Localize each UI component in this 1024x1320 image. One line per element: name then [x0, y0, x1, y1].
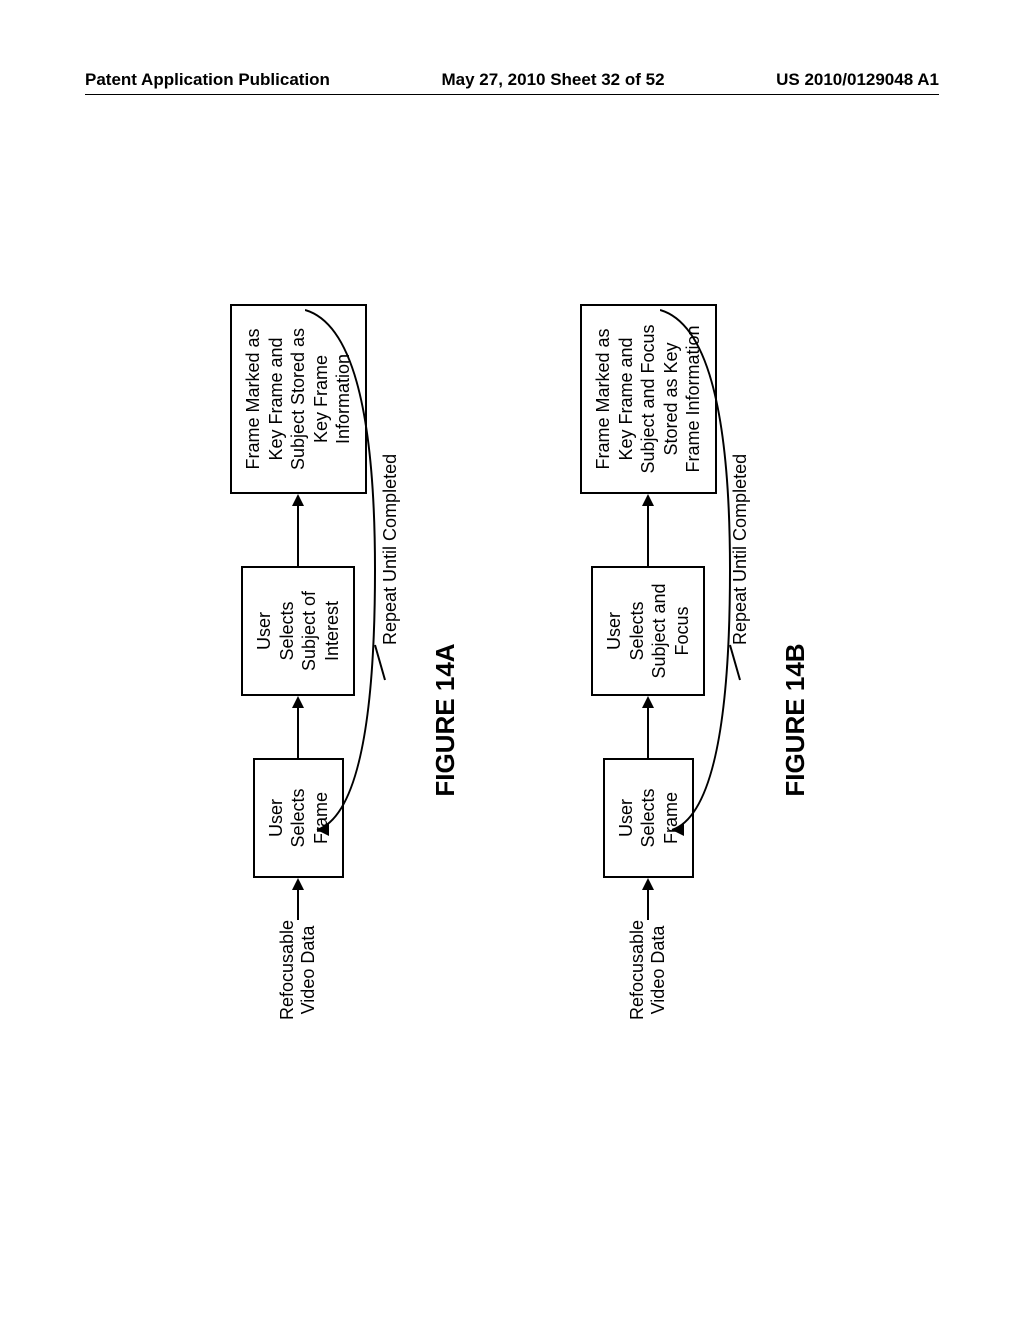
figure-label-b: FIGURE 14B	[780, 620, 811, 820]
repeat-label-a: Repeat Until Completed	[380, 454, 401, 645]
arrow-a3	[292, 494, 304, 566]
arrow-b3	[642, 494, 654, 566]
figure-label-a: FIGURE 14A	[430, 620, 461, 820]
header-right: US 2010/0129048 A1	[776, 70, 939, 90]
arrow-a2	[292, 696, 304, 758]
header-left: Patent Application Publication	[85, 70, 330, 90]
arrow-b1	[642, 878, 654, 920]
page-header: Patent Application Publication May 27, 2…	[0, 70, 1024, 90]
input-label-b: Refocusable Video Data	[627, 920, 670, 1020]
input-label-a: Refocusable Video Data	[277, 920, 320, 1020]
repeat-label-b: Repeat Until Completed	[730, 454, 751, 645]
rotated-content: Refocusable Video Data User Selects Fram…	[150, 220, 850, 1020]
diagram-container: Refocusable Video Data User Selects Fram…	[150, 220, 850, 1020]
header-center: May 27, 2010 Sheet 32 of 52	[442, 70, 665, 90]
arrow-b2	[642, 696, 654, 758]
arrow-a1	[292, 878, 304, 920]
header-divider	[85, 94, 939, 95]
